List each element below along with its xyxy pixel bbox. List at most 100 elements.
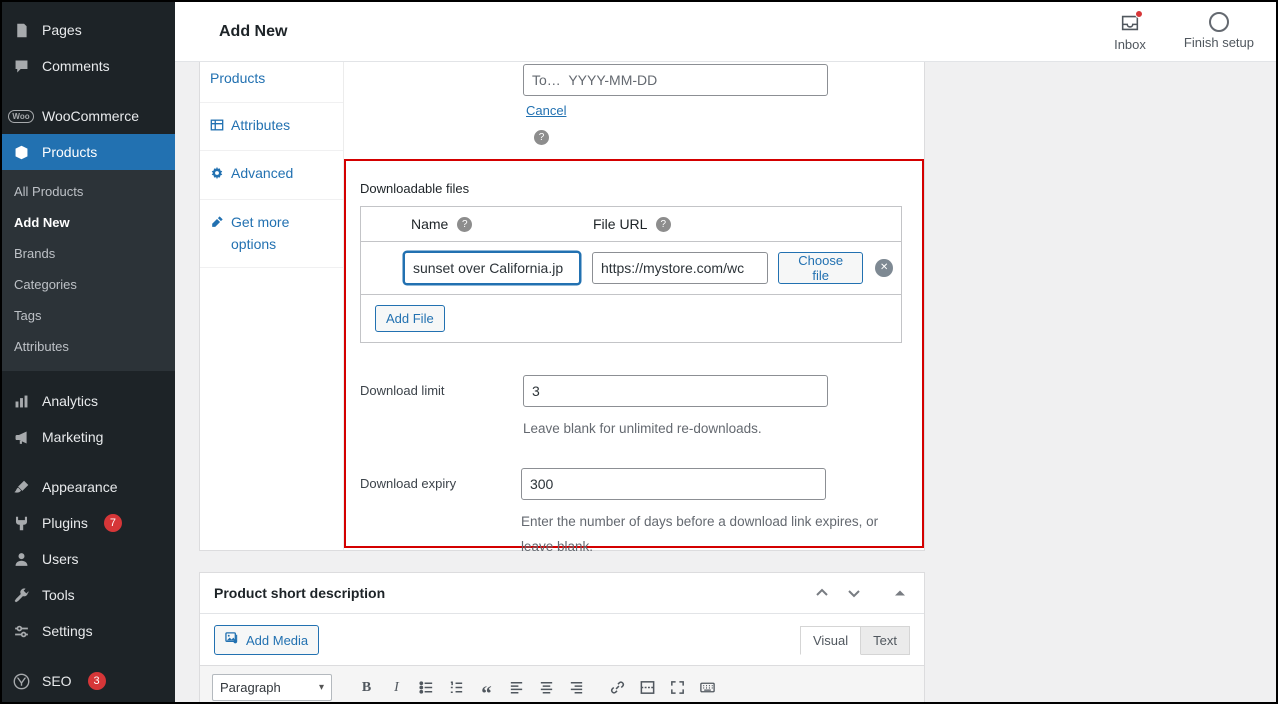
tab-visual[interactable]: Visual (800, 626, 861, 655)
sidebar-item-add-new[interactable]: Add New (2, 207, 175, 238)
get-more-options-icon (210, 212, 224, 236)
short-description-title: Product short description (214, 585, 385, 601)
sidebar-item-label: Settings (42, 623, 93, 639)
inbox-button[interactable]: Inbox (1114, 12, 1146, 52)
product-data-tabs: Products Attributes Advanced Get more op… (200, 62, 344, 550)
short-description-header: Product short description (200, 573, 924, 614)
products-submenu: All Products Add New Brands Categories T… (2, 170, 175, 371)
sidebar-item-plugins[interactable]: Plugins 7 (2, 505, 175, 541)
sidebar-item-users[interactable]: Users (2, 541, 175, 577)
sidebar-item-pages[interactable]: Pages (2, 12, 175, 48)
cancel-schedule-link[interactable]: Cancel (526, 103, 566, 118)
sidebar-item-appearance[interactable]: Appearance (2, 469, 175, 505)
download-expiry-help: Enter the number of days before a downlo… (521, 509, 908, 560)
file-url-column-header: File URL (593, 216, 647, 232)
align-left-icon[interactable] (503, 675, 530, 700)
collapse-toggle-icon[interactable] (890, 583, 910, 603)
finish-setup-button[interactable]: Finish setup (1184, 12, 1254, 52)
sidebar-item-tools[interactable]: Tools (2, 577, 175, 613)
help-icon[interactable]: ? (534, 130, 549, 145)
attributes-icon (210, 115, 224, 139)
download-limit-help: Leave blank for unlimited re-downloads. (523, 416, 828, 442)
align-right-icon[interactable] (563, 675, 590, 700)
add-media-button[interactable]: Add Media (214, 625, 319, 655)
inbox-notification-dot (1135, 10, 1143, 18)
chevron-down-icon: ▾ (319, 682, 324, 693)
sidebar-item-seo[interactable]: SEO 3 (2, 663, 175, 699)
marketing-icon (10, 427, 32, 447)
link-button[interactable] (604, 675, 631, 700)
bulleted-list-button[interactable] (413, 675, 440, 700)
sale-date-to-input[interactable] (523, 64, 828, 96)
users-icon (10, 549, 32, 569)
page-title: Add New (219, 23, 287, 41)
align-center-icon[interactable] (533, 675, 560, 700)
numbered-list-button[interactable] (443, 675, 470, 700)
move-up-icon[interactable] (812, 583, 832, 603)
name-column-header: Name (411, 216, 448, 232)
blockquote-button[interactable]: “ (473, 675, 500, 700)
downloadable-file-row: Choose file ✕ (361, 242, 901, 294)
media-icon (225, 631, 240, 649)
files-table-header: Name ? File URL ? (361, 207, 901, 242)
sidebar-item-comments[interactable]: Comments (2, 48, 175, 84)
file-name-input[interactable] (404, 252, 580, 284)
product-data-panel: Products Attributes Advanced Get more op… (199, 62, 925, 551)
downloadable-files-label: Downloadable files (360, 181, 908, 196)
admin-topbar: Add New Inbox Finish setup (175, 2, 1276, 62)
plugins-icon (10, 513, 32, 533)
fullscreen-button[interactable] (664, 675, 691, 700)
sidebar-item-attributes[interactable]: Attributes (2, 331, 175, 362)
download-expiry-input[interactable] (521, 468, 826, 500)
tab-linked-products[interactable]: Products (200, 62, 343, 103)
download-limit-row: Download limit Leave blank for unlimited… (360, 375, 908, 442)
sidebar-item-products[interactable]: Products (2, 134, 175, 170)
tab-get-more-options[interactable]: Get more options (200, 200, 343, 268)
tab-attributes[interactable]: Attributes (200, 103, 343, 152)
bold-button[interactable]: B (353, 675, 380, 700)
finish-setup-label: Finish setup (1184, 35, 1254, 50)
sidebar-item-brands[interactable]: Brands (2, 238, 175, 269)
sidebar-item-categories[interactable]: Categories (2, 269, 175, 300)
add-file-button[interactable]: Add File (375, 305, 445, 332)
short-description-panel: Product short description Add Media Visu… (199, 572, 925, 704)
tab-text[interactable]: Text (861, 626, 910, 655)
choose-file-button[interactable]: Choose file (778, 252, 863, 284)
sidebar-item-label: Analytics (42, 393, 98, 409)
move-down-icon[interactable] (844, 583, 864, 603)
analytics-icon (10, 391, 32, 411)
gear-icon (210, 163, 224, 187)
download-expiry-label: Download expiry (360, 468, 521, 491)
toolbar-toggle-button[interactable] (694, 675, 721, 700)
editor-tools-row: Add Media Visual Text (200, 614, 924, 655)
sidebar-item-marketing[interactable]: Marketing (2, 419, 175, 455)
file-url-input[interactable] (592, 252, 768, 284)
sidebar-item-label: WooCommerce (42, 108, 139, 124)
sidebar-item-settings[interactable]: Settings (2, 613, 175, 649)
sidebar-item-label: Pages (42, 22, 82, 38)
appearance-icon (10, 477, 32, 497)
more-tag-button[interactable] (634, 675, 661, 700)
sidebar-item-label: Marketing (42, 429, 103, 445)
download-limit-input[interactable] (523, 375, 828, 407)
download-expiry-row: Download expiry Enter the number of days… (360, 468, 908, 560)
help-icon[interactable]: ? (656, 217, 671, 232)
inbox-label: Inbox (1114, 37, 1146, 52)
sidebar-item-tags[interactable]: Tags (2, 300, 175, 331)
products-icon (10, 142, 32, 162)
tab-advanced[interactable]: Advanced (200, 151, 343, 200)
sidebar-item-label: Tools (42, 587, 75, 603)
sidebar-item-analytics[interactable]: Analytics (2, 383, 175, 419)
editor-toolbar: Paragraph ▾ B I “ (200, 665, 924, 704)
tools-icon (10, 585, 32, 605)
seo-notification-badge: 3 (88, 672, 106, 690)
paragraph-style-select[interactable]: Paragraph ▾ (212, 674, 332, 701)
italic-button[interactable]: I (383, 675, 410, 700)
sidebar-item-woocommerce[interactable]: Woo WooCommerce (2, 98, 175, 134)
wordpress-admin-screen: Pages Comments Woo WooCommerce Products … (0, 0, 1278, 704)
sidebar-item-all-products[interactable]: All Products (2, 176, 175, 207)
help-icon[interactable]: ? (457, 217, 472, 232)
highlight-outline: Downloadable files Name ? File URL ? (344, 159, 924, 548)
remove-file-icon[interactable]: ✕ (875, 259, 893, 277)
plugins-update-badge: 7 (104, 514, 122, 532)
